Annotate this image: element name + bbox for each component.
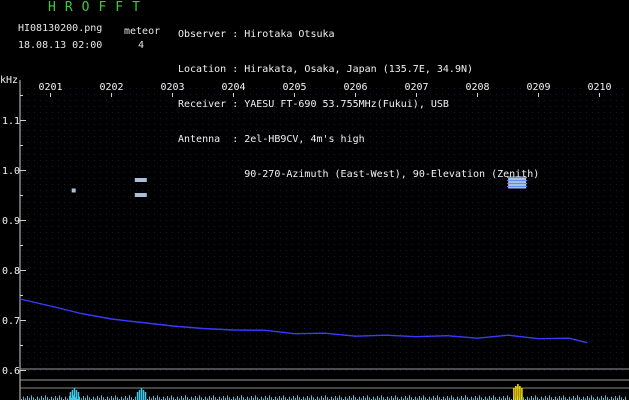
amplitude-peak: [517, 384, 519, 400]
y-tick-label: 0.6: [2, 366, 20, 377]
x-tick-label: 0201: [38, 82, 62, 93]
y-tick-label: 0.8: [2, 266, 20, 277]
x-tick-label: 0203: [160, 82, 184, 93]
amplitude-peak: [75, 390, 78, 400]
x-tick-label: 0210: [587, 82, 611, 93]
amplitude-peak: [519, 386, 521, 400]
x-tick-label: 0202: [99, 82, 123, 93]
amplitude-peak: [142, 390, 145, 400]
y-tick-label: 1.1: [2, 116, 20, 127]
x-tick-label: 0205: [282, 82, 306, 93]
meteor-echo: [134, 178, 147, 182]
x-tick-label: 0207: [404, 82, 428, 93]
y-tick-label: 0.9: [2, 216, 20, 227]
meteor-echo: [134, 193, 147, 197]
amplitude-peak: [521, 388, 523, 400]
carrier-trace: [19, 298, 588, 344]
x-tick-label: 0208: [465, 82, 489, 93]
y-tick-label: 0.7: [2, 316, 20, 327]
y-tick-label: 1.0: [2, 166, 20, 177]
amplitude-peak: [77, 392, 80, 400]
x-tick-label: 0204: [221, 82, 245, 93]
amplitude-peak: [138, 390, 141, 400]
meteor-echo: [71, 188, 76, 193]
spectrogram-plot: 1.1 1.0 0.9 0.8 0.7 0.6 kHz 0201 0202 0203 0204 020…: [0, 75, 629, 400]
amplitude-strip: [21, 395, 626, 400]
amplitude-noise: [21, 395, 626, 400]
grid-dot-pattern: [22, 88, 623, 371]
amplitude-peak: [136, 392, 139, 400]
y-axis-label: kHz: [0, 75, 18, 86]
amplitude-peak: [515, 386, 517, 400]
spectrogram-window: HROFFT HI08130200.png meteor 18.08.13 02…: [0, 0, 629, 400]
x-tick-label: 0209: [526, 82, 550, 93]
amplitude-peak: [140, 388, 143, 400]
amplitude-peak: [71, 390, 74, 400]
amplitude-peak: [69, 392, 72, 400]
amplitude-peak: [144, 392, 147, 400]
x-tick-label: 0206: [343, 82, 367, 93]
amplitude-peak: [73, 388, 76, 400]
amplitude-peak: [513, 388, 515, 400]
grid-dots: [22, 88, 623, 371]
